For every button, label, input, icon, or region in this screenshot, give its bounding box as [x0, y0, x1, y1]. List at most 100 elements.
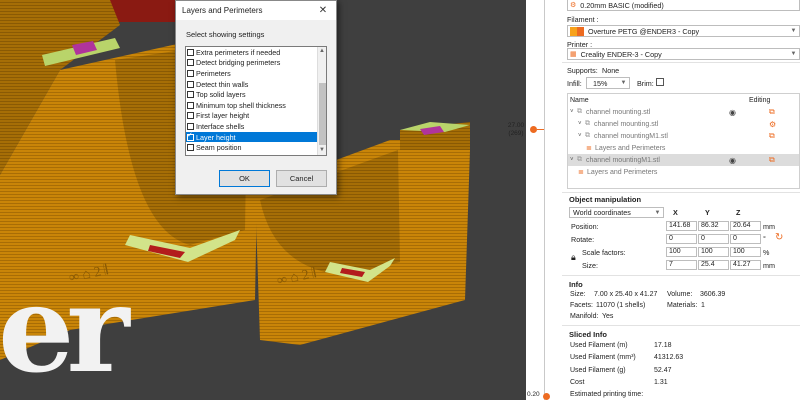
size-z-input[interactable]: 41.27 [730, 260, 761, 270]
chevron-down-icon: ▼ [790, 51, 797, 57]
dialog-title: Layers and Perimeters [182, 6, 263, 15]
chevron-down-icon[interactable]: ˅ [578, 121, 585, 127]
checkbox[interactable] [187, 101, 194, 109]
chevron-down-icon[interactable]: ˅ [570, 109, 577, 115]
info-volume-label: Volume: [667, 291, 693, 298]
settings-listbox[interactable]: Extra perimeters if needed Detect bridgin… [185, 46, 327, 156]
filament-select[interactable]: Overture PETG @ENDER3 - Copy ▼ [567, 25, 800, 37]
position-z-input[interactable]: 20.64 [730, 221, 761, 231]
object-list-row[interactable]: ≣ Layers and Perimeters [568, 142, 799, 154]
settings-list-item[interactable]: Interface shells [186, 121, 326, 132]
checkbox[interactable] [187, 131, 194, 141]
object-list-row[interactable]: ≣ Layers and Perimeters [568, 166, 799, 178]
size-x-input[interactable]: 7 [666, 260, 697, 270]
sliced-info-value: 1.31 [654, 378, 668, 386]
settings-list-item[interactable]: First layer height [186, 111, 326, 122]
info-facets-value: 11070 (1 shells) [596, 302, 646, 309]
object-list-row[interactable]: ˅ ⧉ channel mountingM1.stl ◉ ⧉ [568, 154, 799, 166]
slider-top-thumb[interactable] [530, 126, 544, 133]
coordinate-system-select[interactable]: World coordinates ▼ [569, 207, 664, 218]
checkbox[interactable] [187, 80, 194, 88]
rotate-x-input[interactable]: 0 [666, 234, 697, 244]
dialog-prompt: Select showing settings [186, 30, 265, 39]
checkbox[interactable] [187, 112, 194, 120]
checkbox[interactable] [187, 48, 194, 56]
settings-list-item[interactable]: Perimeters [186, 68, 326, 79]
brim-checkbox[interactable] [656, 78, 664, 86]
info-size-value: 7.00 x 25.40 x 41.27 [594, 291, 658, 298]
object-list[interactable]: Name Editing ˅ ⧉ channel mounting.stl ◉ ⧉ ˅ ⧉ c… [567, 93, 800, 189]
object-list-row-label: channel mounting.stl [594, 120, 659, 128]
info-volume-value: 3606.39 [700, 291, 726, 298]
layers-icon: ≣ [578, 169, 584, 176]
info-size-label: Size: [570, 291, 586, 298]
settings-list-item[interactable]: Detect thin walls [186, 79, 326, 90]
infill-label: Infill: [567, 79, 582, 88]
reset-rotation-icon[interactable]: ↻ [775, 232, 783, 243]
chevron-down-icon: ▼ [654, 209, 661, 216]
position-x-input[interactable]: 141.68 [666, 221, 697, 231]
print-profile-select[interactable]: ⚙ 0.20mm BASIC (modified) [567, 0, 800, 11]
supports-select[interactable]: None [602, 66, 619, 75]
settings-icon[interactable]: ⚙ [769, 120, 799, 129]
layer-slider-track[interactable] [544, 0, 545, 400]
checkbox[interactable] [187, 59, 194, 67]
settings-list-item-label: Top solid layers [196, 90, 246, 100]
checkbox[interactable] [187, 69, 194, 77]
rotate-y-input[interactable]: 0 [698, 234, 729, 244]
ok-button[interactable]: OK [219, 170, 270, 187]
object-list-row-label: Layers and Perimeters [595, 144, 666, 152]
settings-list-item-label: Layer height [196, 132, 236, 142]
eye-icon[interactable]: ◉ [729, 156, 769, 165]
printer-icon: ▦ [570, 51, 577, 58]
sliced-info-label: Used Filament (g) [570, 366, 626, 374]
settings-list-item[interactable]: Detect bridging perimeters [186, 58, 326, 69]
rotate-label: Rotate: [571, 235, 595, 244]
settings-list-item[interactable]: Layer height [186, 131, 326, 143]
scrollbar-thumb[interactable] [319, 83, 326, 145]
position-unit: mm [763, 222, 775, 231]
settings-icon[interactable]: ⧉ [769, 131, 799, 141]
object-list-row[interactable]: ˅ ⧉ channel mounting.stl ⚙ [568, 118, 799, 130]
scale-y-input[interactable]: 100 [698, 247, 729, 257]
scale-z-input[interactable]: 100 [730, 247, 761, 257]
scroll-down-icon[interactable]: ▼ [318, 146, 326, 155]
settings-list-item[interactable]: Top solid layers [186, 89, 326, 100]
position-y-input[interactable]: 86.32 [698, 221, 729, 231]
scroll-up-icon[interactable]: ▲ [318, 47, 326, 56]
settings-list-item[interactable]: Seam position [186, 142, 326, 153]
settings-icon[interactable]: ⧉ [769, 107, 799, 117]
close-icon[interactable]: ✕ [316, 5, 330, 16]
printer-select[interactable]: ▦ Creality ENDER-3 - Copy ▼ [567, 48, 800, 60]
sliced-info-title: Sliced Info [569, 330, 607, 339]
size-y-input[interactable]: 25.4 [698, 260, 729, 270]
checkbox[interactable] [187, 91, 194, 99]
chevron-down-icon[interactable]: ˅ [570, 157, 577, 163]
eye-icon[interactable]: ◉ [729, 108, 769, 117]
settings-icon[interactable]: ⧉ [769, 155, 799, 165]
infill-select[interactable]: 15% ▼ [586, 77, 630, 89]
settings-list-item[interactable]: Minimum top shell thickness [186, 100, 326, 111]
listbox-scrollbar[interactable]: ▲ ▼ [317, 47, 326, 155]
settings-list-item[interactable]: Extra perimeters if needed [186, 47, 326, 58]
checkbox[interactable] [187, 144, 194, 152]
settings-list-item-label: Perimeters [196, 68, 231, 78]
dialog-titlebar[interactable]: Layers and Perimeters ✕ [176, 1, 336, 20]
checkbox[interactable] [187, 122, 194, 130]
axis-z-label: Z [736, 208, 741, 217]
rotate-z-input[interactable]: 0 [730, 234, 761, 244]
object-icon: ⧉ [577, 156, 582, 163]
settings-list-item-label: Detect bridging perimeters [196, 58, 281, 68]
chevron-down-icon[interactable]: ˅ [578, 133, 585, 139]
scale-x-input[interactable]: 100 [666, 247, 697, 257]
slider-bottom-value: 0.20 [527, 391, 540, 398]
info-materials-value: 1 [701, 302, 705, 309]
info-facets-label: Facets: [570, 302, 593, 309]
object-list-row[interactable]: ˅ ⧉ channel mounting.stl ◉ ⧉ [568, 106, 799, 118]
cancel-button[interactable]: Cancel [276, 170, 327, 187]
position-label: Position: [571, 222, 599, 231]
chevron-down-icon: ▼ [790, 28, 797, 34]
lock-icon[interactable]: 🔒︎ [571, 252, 576, 263]
slider-bottom-thumb[interactable] [543, 393, 550, 400]
object-list-row[interactable]: ˅ ⧉ channel mountingM1.stl ⧉ [568, 130, 799, 142]
